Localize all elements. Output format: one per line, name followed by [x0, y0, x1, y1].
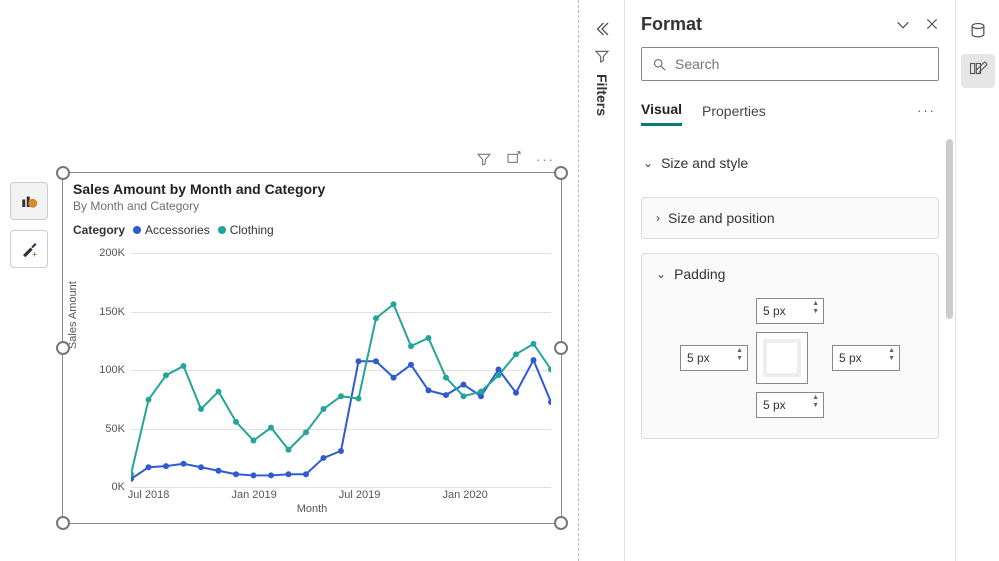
stepper-arrows-icon[interactable]: ▲▼: [812, 394, 819, 410]
padding-right-value: 5 px: [839, 351, 862, 365]
line-series-svg: [131, 253, 551, 486]
more-options-icon[interactable]: ···: [536, 152, 555, 167]
format-search-input[interactable]: [675, 56, 928, 72]
legend-label-accessories: Accessories: [145, 223, 210, 237]
x-tick-label: Jul 2018: [128, 489, 170, 501]
filter-icon[interactable]: [476, 151, 492, 167]
stepper-arrows-icon[interactable]: ▲▼: [888, 347, 895, 363]
format-pane-title: Format: [641, 14, 895, 35]
chart-title: Sales Amount by Month and Category: [63, 173, 561, 197]
tab-visual[interactable]: Visual: [641, 95, 682, 126]
data-pane-button[interactable]: [961, 14, 995, 48]
bar-chart-icon: [20, 192, 38, 210]
gridline: [131, 487, 551, 488]
chevron-right-icon: ›: [656, 211, 660, 225]
chevron-down-icon: ⌄: [643, 156, 653, 170]
y-tick-label: 0K: [97, 481, 125, 493]
chart-legend: Category Accessories Clothing: [63, 213, 561, 237]
y-axis-title: Sales Amount: [67, 281, 79, 349]
filter-icon[interactable]: [594, 48, 610, 64]
x-tick-label: Jan 2020: [442, 489, 487, 501]
padding-right-input[interactable]: 5 px ▲▼: [832, 345, 900, 371]
section-padding-header[interactable]: ⌄ Padding: [656, 266, 924, 282]
x-tick-label: Jul 2019: [339, 489, 381, 501]
x-tick-label: Jan 2019: [231, 489, 276, 501]
paintbrush-icon: [968, 61, 988, 81]
chart-subtitle: By Month and Category: [63, 197, 561, 213]
padding-left-input[interactable]: 5 px ▲▼: [680, 345, 748, 371]
data-icon: [968, 21, 988, 41]
padding-top-value: 5 px: [763, 304, 786, 318]
chevron-down-icon: ⌄: [656, 267, 666, 281]
format-pane-button[interactable]: [961, 54, 995, 88]
y-tick-label: 100K: [97, 364, 125, 376]
padding-bottom-input[interactable]: 5 px ▲▼: [756, 392, 824, 418]
format-search-box[interactable]: [641, 47, 939, 81]
resize-handle-bottom-left[interactable]: [56, 516, 70, 530]
resize-handle-bottom-right[interactable]: [554, 516, 568, 530]
stepper-arrows-icon[interactable]: ▲▼: [812, 300, 819, 316]
section-label: Size and style: [661, 155, 748, 171]
right-rail: [955, 0, 999, 561]
paintbrush-icon: +: [20, 240, 38, 258]
legend-item-accessories[interactable]: Accessories: [133, 223, 210, 237]
search-icon: [652, 57, 667, 72]
stepper-arrows-icon[interactable]: ▲▼: [736, 347, 743, 363]
format-scrollbar[interactable]: [946, 139, 953, 319]
format-visual-button[interactable]: +: [10, 230, 48, 268]
y-tick-label: 200K: [97, 247, 125, 259]
legend-dot-accessories: [133, 226, 141, 234]
resize-handle-top-right[interactable]: [554, 166, 568, 180]
visual-header: ···: [476, 151, 555, 167]
legend-title: Category: [73, 223, 125, 237]
pane-splitter[interactable]: [578, 0, 579, 561]
resize-handle-mid-left[interactable]: [56, 341, 70, 355]
padding-bottom-value: 5 px: [763, 398, 786, 412]
padding-top-input[interactable]: 5 px ▲▼: [756, 298, 824, 324]
close-pane-icon[interactable]: [925, 17, 939, 31]
x-axis-title: Month: [297, 503, 328, 515]
padding-preview-box: [756, 332, 808, 384]
legend-label-clothing: Clothing: [230, 223, 274, 237]
collapse-pane-icon[interactable]: [895, 17, 911, 33]
section-label: Padding: [674, 266, 725, 282]
section-padding: ⌄ Padding 5 px ▲▼ 5 px ▲▼ 5 px ▲▼: [641, 253, 939, 439]
resize-handle-mid-right[interactable]: [554, 341, 568, 355]
y-tick-label: 150K: [97, 306, 125, 318]
expand-filters-icon[interactable]: [593, 20, 611, 38]
chart-plot-area: Sales Amount 0K50K100K150K200K Jul 2018J…: [73, 253, 551, 513]
section-label: Size and position: [668, 210, 775, 226]
chart-visual-container[interactable]: ··· Sales Amount by Month and Category B…: [62, 172, 562, 524]
padding-left-value: 5 px: [687, 351, 710, 365]
section-size-and-style[interactable]: ⌄ Size and style: [641, 143, 939, 183]
legend-dot-clothing: [218, 226, 226, 234]
focus-mode-icon[interactable]: [506, 151, 522, 167]
build-visual-button[interactable]: [10, 182, 48, 220]
tab-properties[interactable]: Properties: [702, 97, 766, 125]
format-pane: Format Visual Properties ··· ⌄ Size and …: [624, 0, 955, 561]
resize-handle-top-left[interactable]: [56, 166, 70, 180]
filters-pane-label[interactable]: Filters: [594, 74, 610, 116]
tab-more-icon[interactable]: ···: [917, 103, 939, 118]
section-size-and-position[interactable]: › Size and position: [641, 197, 939, 239]
svg-text:+: +: [32, 249, 37, 258]
legend-item-clothing[interactable]: Clothing: [218, 223, 274, 237]
y-tick-label: 50K: [97, 423, 125, 435]
